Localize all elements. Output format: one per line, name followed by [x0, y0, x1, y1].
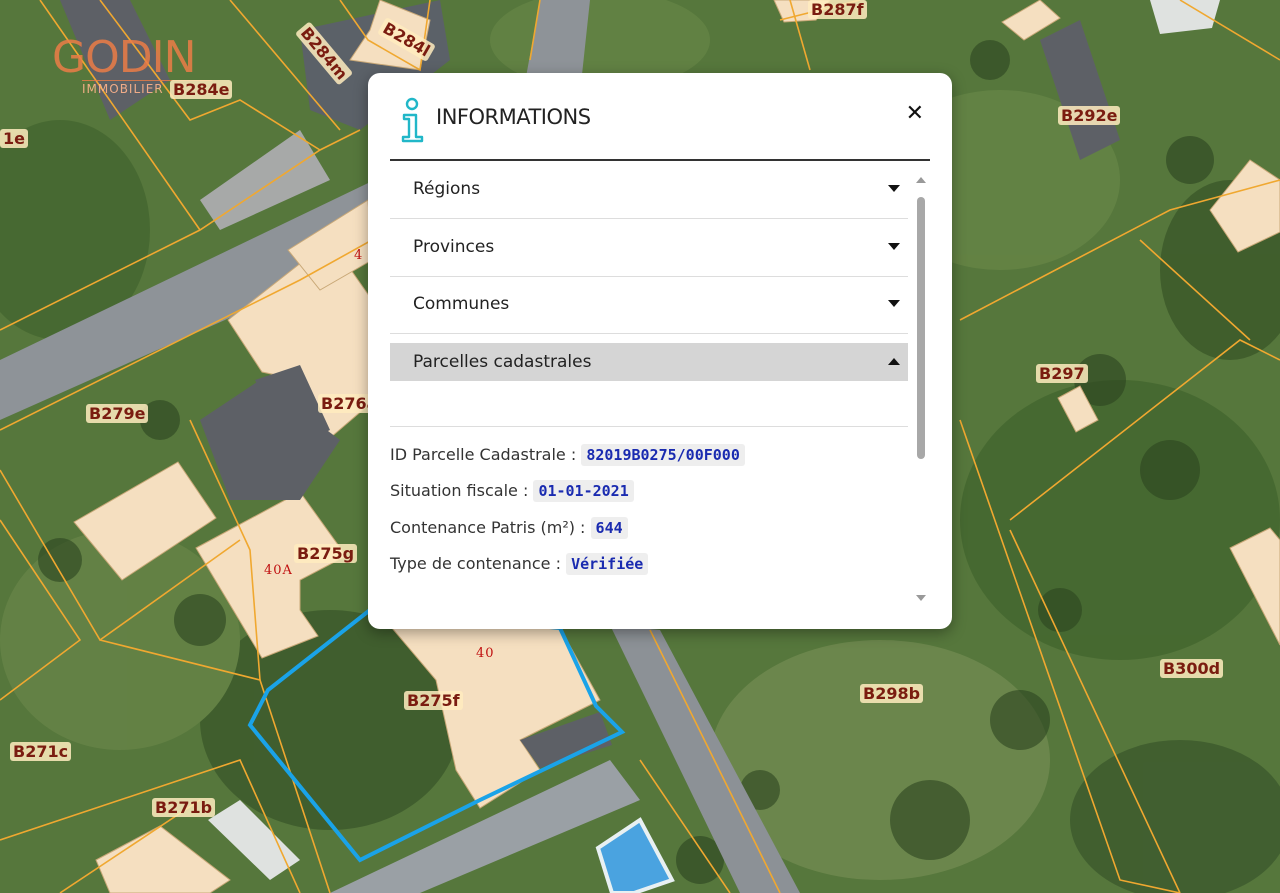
scrollbar-thumb[interactable] [917, 197, 925, 459]
parcel-label[interactable]: B298b [860, 684, 924, 703]
detail-row: Contenance Patris (m²) : 644 [390, 517, 628, 539]
scrollbar[interactable] [916, 177, 926, 601]
chevron-down-icon [888, 243, 900, 250]
section-communes[interactable]: Communes [390, 276, 908, 334]
parcel-label[interactable]: B271b [152, 798, 216, 817]
detail-row: Type de contenance : Vérifiée [390, 553, 649, 575]
panel-header: INFORMATIONS ✕ [390, 93, 930, 161]
information-panel: INFORMATIONS ✕ Régions Provinces Commune… [368, 73, 952, 629]
parcel-label[interactable]: B300d [1160, 659, 1224, 678]
section-communes-label: Communes [413, 294, 510, 314]
scroll-up-icon[interactable] [916, 177, 926, 183]
brand-name: GODIN [52, 32, 197, 83]
panel-title: INFORMATIONS [436, 105, 591, 129]
detail-label: Situation fiscale : [390, 481, 529, 500]
parcel-label[interactable]: B271c [10, 742, 72, 761]
detail-label: Contenance Patris (m²) : [390, 518, 586, 537]
detail-label: ID Parcelle Cadastrale : [390, 445, 577, 464]
section-regions-label: Régions [413, 179, 481, 199]
parcel-label[interactable]: B275g [294, 544, 358, 563]
section-provinces-label: Provinces [413, 237, 495, 257]
close-icon[interactable]: ✕ [906, 103, 924, 125]
house-number: 4 [354, 248, 364, 263]
parcel-label[interactable]: B297 [1036, 364, 1088, 383]
house-number: 40 [476, 646, 495, 661]
scroll-down-icon[interactable] [916, 595, 926, 601]
parcel-label[interactable]: B292e [1058, 106, 1121, 125]
detail-value: 01-01-2021 [533, 480, 634, 502]
chevron-down-icon [888, 185, 900, 192]
chevron-up-icon [888, 358, 900, 365]
section-regions[interactable]: Régions [390, 161, 908, 219]
info-icon [401, 97, 424, 143]
section-parcelles-label: Parcelles cadastrales [413, 352, 592, 372]
detail-value: 644 [590, 517, 628, 539]
house-number: 40A [264, 563, 293, 578]
detail-row: ID Parcelle Cadastrale : 82019B0275/00F0… [390, 444, 745, 466]
parcel-label[interactable]: B279e [86, 404, 149, 423]
detail-row: Situation fiscale : 01-01-2021 [390, 480, 634, 502]
parcel-label[interactable]: B284e [170, 80, 233, 99]
chevron-down-icon [888, 300, 900, 307]
detail-value: 82019B0275/00F000 [581, 444, 745, 466]
detail-label: Type de contenance : [390, 554, 561, 573]
parcel-label[interactable]: B287f [808, 0, 867, 19]
parcel-label[interactable]: 1e [0, 129, 28, 148]
detail-value: Vérifiée [566, 553, 649, 575]
divider [390, 426, 908, 427]
section-provinces[interactable]: Provinces [390, 219, 908, 277]
parcel-label[interactable]: B275f [404, 691, 463, 710]
